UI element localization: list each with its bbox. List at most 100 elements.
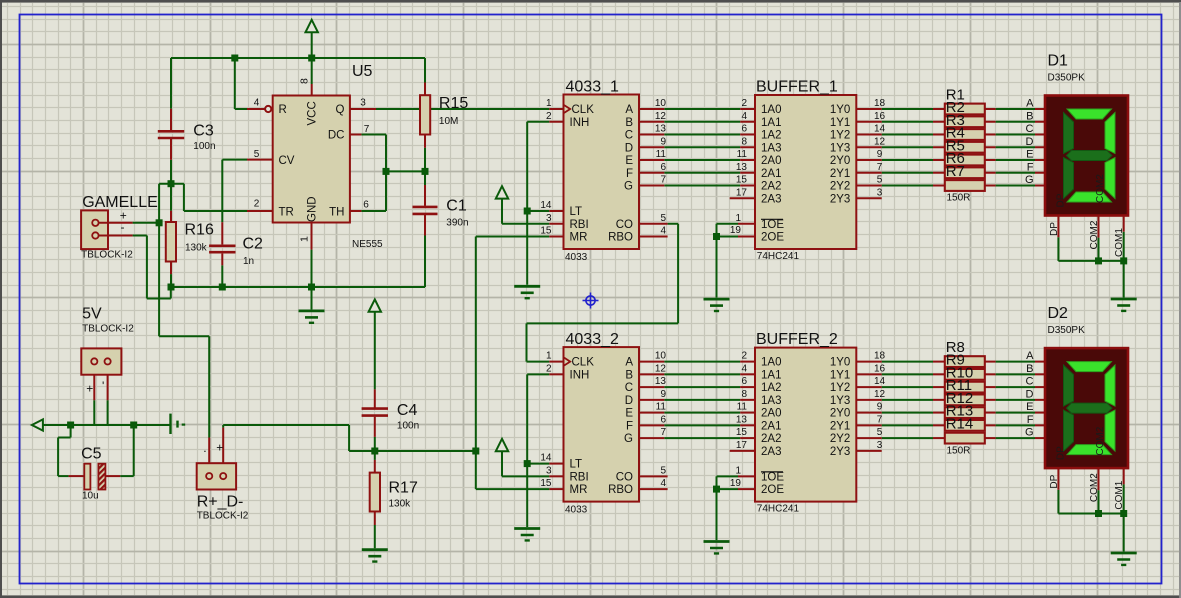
svg-text:3: 3 bbox=[877, 187, 883, 198]
svg-text:4: 4 bbox=[660, 226, 666, 237]
svg-text:D350PK: D350PK bbox=[1048, 325, 1086, 336]
svg-text:COM1: COM1 bbox=[1114, 480, 1125, 509]
svg-text:2Y2: 2Y2 bbox=[830, 433, 850, 445]
svg-text:DP: DP bbox=[1056, 446, 1067, 460]
svg-text:11: 11 bbox=[656, 149, 667, 160]
svg-text:10: 10 bbox=[655, 351, 667, 362]
svg-text:1A0: 1A0 bbox=[761, 104, 781, 116]
svg-text:18: 18 bbox=[874, 351, 886, 362]
svg-text:TH: TH bbox=[329, 207, 344, 219]
svg-text:1OE: 1OE bbox=[761, 471, 784, 483]
svg-text:U5: U5 bbox=[352, 63, 373, 80]
svg-text:B: B bbox=[1026, 110, 1033, 122]
svg-text:1Y2: 1Y2 bbox=[830, 130, 850, 142]
svg-text:15: 15 bbox=[540, 226, 552, 237]
svg-text:E: E bbox=[1026, 149, 1033, 161]
svg-text:4033: 4033 bbox=[565, 505, 588, 516]
svg-text:1Y3: 1Y3 bbox=[830, 142, 850, 154]
svg-text:1: 1 bbox=[299, 236, 311, 242]
svg-text:6: 6 bbox=[660, 414, 666, 425]
svg-text:8: 8 bbox=[741, 389, 747, 400]
svg-text:390n: 390n bbox=[446, 218, 468, 229]
svg-text:13: 13 bbox=[736, 162, 748, 173]
svg-text:1Y0: 1Y0 bbox=[830, 104, 850, 116]
svg-text:2Y0: 2Y0 bbox=[830, 408, 850, 420]
svg-text:9: 9 bbox=[877, 402, 883, 413]
svg-text:D2: D2 bbox=[1048, 305, 1069, 322]
svg-text:4033_2: 4033_2 bbox=[566, 331, 619, 348]
svg-text:': ' bbox=[102, 379, 104, 393]
svg-text:1A3: 1A3 bbox=[761, 142, 781, 154]
svg-text:13: 13 bbox=[736, 414, 748, 425]
svg-text:2OE: 2OE bbox=[761, 232, 784, 244]
svg-text:10: 10 bbox=[655, 98, 667, 109]
svg-text:7: 7 bbox=[877, 162, 883, 173]
svg-text:2Y1: 2Y1 bbox=[830, 168, 850, 180]
svg-text:MR: MR bbox=[570, 484, 588, 496]
svg-text:Q: Q bbox=[336, 104, 345, 116]
svg-text:3: 3 bbox=[360, 98, 366, 109]
svg-text:CLK: CLK bbox=[572, 104, 595, 116]
svg-text:2Y1: 2Y1 bbox=[830, 420, 850, 432]
svg-text:B: B bbox=[1026, 363, 1033, 375]
svg-text:TBLOCK-I2: TBLOCK-I2 bbox=[82, 324, 134, 335]
svg-text:G: G bbox=[624, 433, 633, 445]
svg-text:R15: R15 bbox=[439, 95, 468, 112]
svg-text:130k: 130k bbox=[185, 243, 208, 254]
svg-text:19: 19 bbox=[730, 478, 742, 489]
svg-text:5: 5 bbox=[877, 175, 883, 186]
svg-text:NE555: NE555 bbox=[352, 239, 383, 250]
svg-text:C2: C2 bbox=[243, 236, 264, 253]
svg-text:E: E bbox=[625, 155, 633, 167]
svg-text:11: 11 bbox=[737, 149, 748, 160]
svg-text:R+_D-: R+_D- bbox=[197, 494, 244, 511]
svg-text:G: G bbox=[1025, 427, 1034, 439]
svg-text:16: 16 bbox=[874, 363, 886, 374]
svg-text:2A2: 2A2 bbox=[761, 181, 781, 193]
svg-text:16: 16 bbox=[874, 111, 886, 122]
svg-text:11: 11 bbox=[656, 402, 667, 413]
svg-text:.: . bbox=[203, 441, 206, 455]
svg-text:BUFFER_2: BUFFER_2 bbox=[756, 331, 838, 348]
svg-text:DP: DP bbox=[1049, 474, 1060, 488]
svg-text:1: 1 bbox=[546, 351, 552, 362]
svg-text:14: 14 bbox=[874, 376, 886, 387]
svg-text:1A2: 1A2 bbox=[761, 382, 781, 394]
svg-text:INH: INH bbox=[570, 117, 590, 129]
svg-text:D: D bbox=[625, 142, 633, 154]
svg-text:13: 13 bbox=[655, 124, 667, 135]
svg-text:1: 1 bbox=[546, 98, 552, 109]
svg-text:74HC241: 74HC241 bbox=[757, 251, 800, 262]
svg-text:13: 13 bbox=[655, 376, 667, 387]
svg-text:2A0: 2A0 bbox=[761, 408, 781, 420]
svg-text:1Y1: 1Y1 bbox=[830, 369, 850, 381]
svg-text:12: 12 bbox=[874, 136, 886, 147]
svg-text:BUFFER_1: BUFFER_1 bbox=[756, 78, 838, 95]
svg-text:TBLOCK-I2: TBLOCK-I2 bbox=[197, 511, 249, 522]
svg-text:C: C bbox=[625, 382, 633, 394]
svg-text:130k: 130k bbox=[389, 499, 412, 510]
svg-text:1Y3: 1Y3 bbox=[830, 395, 850, 407]
svg-text:D350PK: D350PK bbox=[1048, 73, 1086, 84]
svg-text:17: 17 bbox=[736, 187, 748, 198]
svg-text:R17: R17 bbox=[389, 480, 418, 497]
svg-text:6: 6 bbox=[741, 124, 747, 135]
svg-text:LT: LT bbox=[570, 459, 583, 471]
svg-text:COM2: COM2 bbox=[1095, 174, 1106, 203]
svg-text:4: 4 bbox=[741, 111, 747, 122]
svg-text:2OE: 2OE bbox=[761, 484, 784, 496]
svg-text:COM2: COM2 bbox=[1089, 220, 1100, 249]
svg-text:9: 9 bbox=[877, 149, 883, 160]
svg-text:1Y1: 1Y1 bbox=[830, 117, 850, 129]
svg-text:2A1: 2A1 bbox=[761, 420, 781, 432]
svg-text:12: 12 bbox=[655, 363, 667, 374]
svg-text:+: + bbox=[216, 441, 223, 455]
svg-text:LT: LT bbox=[570, 206, 583, 218]
svg-text:B: B bbox=[625, 117, 633, 129]
svg-text:2Y3: 2Y3 bbox=[830, 193, 850, 205]
svg-text:18: 18 bbox=[874, 98, 886, 109]
svg-text:5: 5 bbox=[660, 213, 666, 224]
svg-text:6: 6 bbox=[741, 376, 747, 387]
svg-text:CV: CV bbox=[279, 155, 295, 167]
svg-text:G: G bbox=[1025, 174, 1034, 186]
